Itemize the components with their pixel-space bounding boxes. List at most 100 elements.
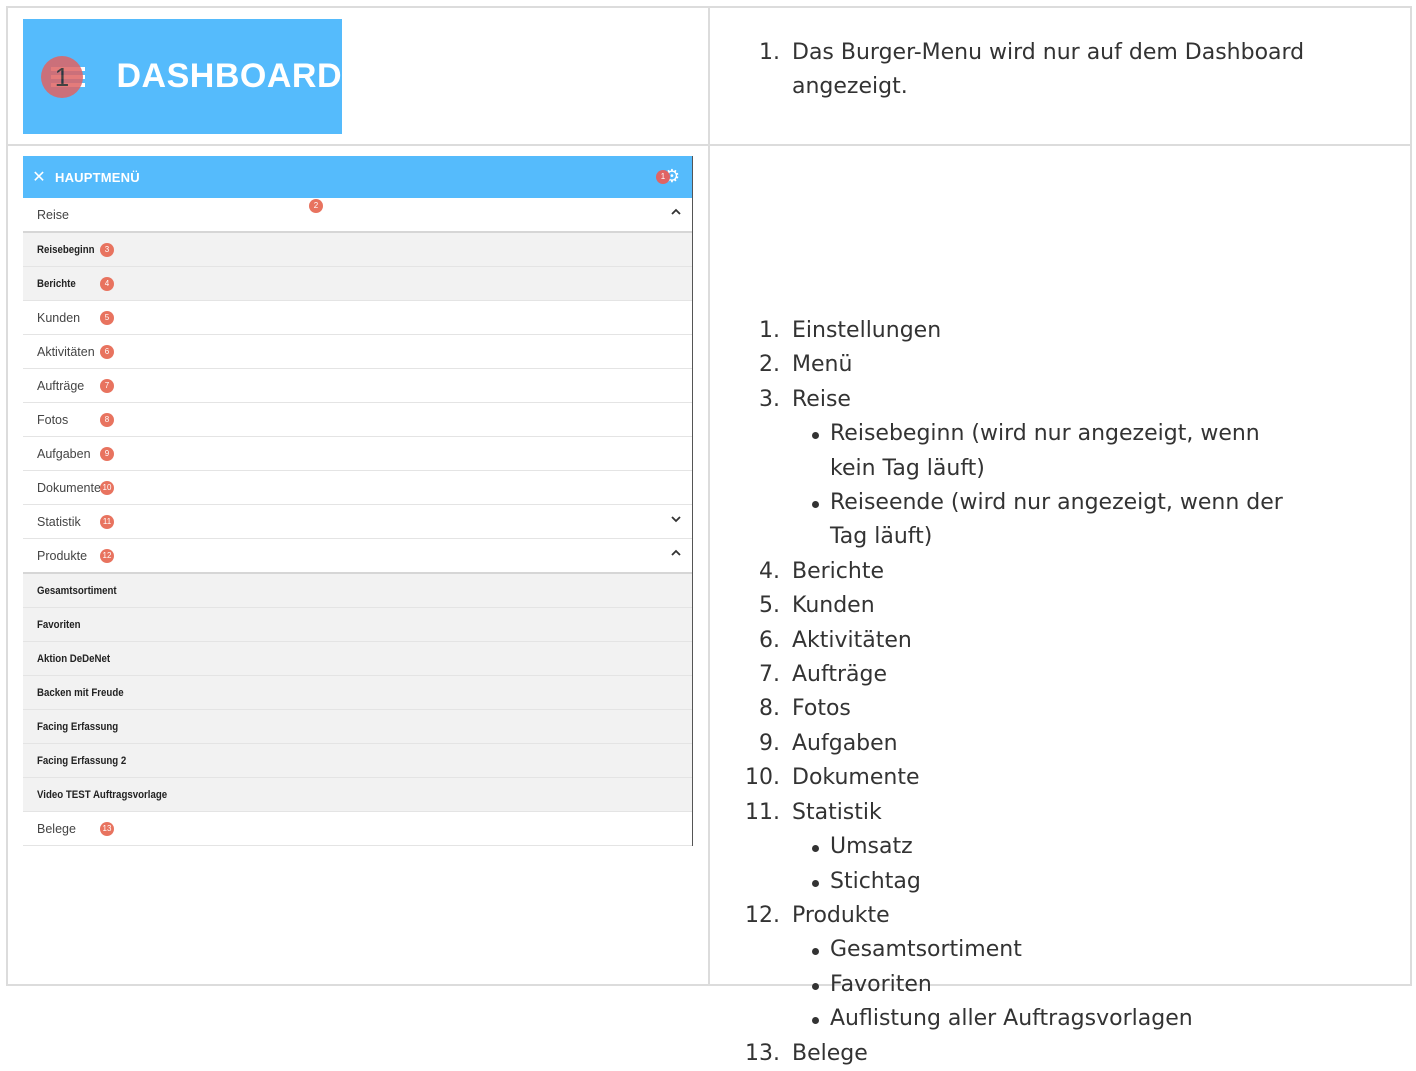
- menu-item-label: Kunden: [37, 310, 81, 325]
- note-text: Dokumente: [792, 765, 920, 791]
- menu-item-aufträge[interactable]: Aufträge 7: [23, 369, 692, 403]
- menu-item-favoriten[interactable]: Favoriten: [23, 608, 692, 642]
- note-item: 11. Statistik Umsatz Stichtag: [745, 796, 1400, 899]
- number-badge: 9: [100, 447, 114, 461]
- documentation-table: 1 DASHBOARD 1. Das Burger-Menu wird nur a…: [6, 6, 1412, 1066]
- number-badge: 7: [100, 379, 114, 393]
- menu-item-gesamtsortiment[interactable]: Gesamtsortiment: [23, 574, 692, 608]
- note-subitem: Gesamtsortiment: [812, 933, 1400, 967]
- menu-item-label: Statistik: [37, 514, 81, 529]
- number-badge: 13: [100, 822, 114, 836]
- burger-menu-icon[interactable]: 1: [41, 55, 87, 98]
- note-text: Belege: [792, 1040, 868, 1066]
- number-badge: 8: [100, 413, 114, 427]
- menu-item-label: Belege: [37, 821, 76, 836]
- settings-badge: 1: [656, 170, 670, 184]
- chevron-up-icon[interactable]: [670, 206, 682, 221]
- number-badge: 4: [100, 277, 114, 291]
- note-item: 4. Berichte: [759, 558, 884, 584]
- note-text: Fotos: [792, 696, 851, 722]
- menu-item-statistik[interactable]: Statistik 11: [23, 505, 692, 539]
- menu-cell: ✕ HAUPTMENÜ ⚙ 1 Reise 2 Reisebeginn 3 Berich…: [6, 144, 710, 986]
- number-badge: 10: [100, 481, 114, 495]
- chevron-down-icon[interactable]: [670, 513, 682, 528]
- menu-item-label: Aktivitäten: [37, 344, 95, 359]
- menu-item-facing-erfassung-2[interactable]: Facing Erfassung 2: [23, 744, 692, 778]
- menu-item-label: Reise: [37, 207, 69, 222]
- menu-item-fotos[interactable]: Fotos 8: [23, 403, 692, 437]
- menu-notes: 1. Einstellungen 2. Menü 3. Reise Reisebeginn …: [710, 314, 1400, 1071]
- note-item: 10. Dokumente: [745, 765, 920, 791]
- menu-item-dokumente[interactable]: Dokumente 10: [23, 471, 692, 505]
- note-item: 1. Einstellungen: [759, 318, 942, 343]
- number-badge: 3: [100, 243, 114, 257]
- note-item: 3. Reise Reisebeginn (wird nur angezeigt, …: [759, 383, 1400, 555]
- menu-item-berichte[interactable]: Berichte 4: [23, 267, 692, 301]
- menu-item-label: Aufgaben: [37, 446, 91, 461]
- note-subitem: Favoriten: [812, 968, 1400, 1002]
- number-badge: 5: [100, 311, 114, 325]
- menu-badge: 2: [309, 199, 323, 213]
- menu-item-kunden[interactable]: Kunden 5: [23, 301, 692, 335]
- menu-item-label: Produkte: [37, 548, 88, 563]
- close-icon[interactable]: ✕: [23, 167, 55, 187]
- menu-item-produkte[interactable]: Produkte 12: [23, 539, 692, 574]
- note-subitem: Reiseende (wird nur angezeigt, wenn der …: [812, 486, 1400, 555]
- menu-item-video-test-auftragsvorlage[interactable]: Video TEST Auftragsvorlage: [23, 778, 692, 812]
- number-badge: 12: [100, 549, 114, 563]
- menu-title: HAUPTMENÜ: [55, 169, 140, 185]
- menu-item-label: Aufträge: [37, 378, 85, 393]
- note-subitem: Umsatz: [812, 830, 1400, 864]
- dashboard-cell: 1 DASHBOARD: [6, 6, 710, 146]
- dashboard-note-cell: 1. Das Burger-Menu wird nur auf dem Dashb…: [708, 6, 1412, 146]
- menu-list: Reise 2 Reisebeginn 3 Berichte 4 Kunden 5 Aktivi…: [23, 198, 692, 846]
- menu-item-label: Facing Erfassung: [37, 720, 119, 733]
- menu-item-label: Reisebeginn: [37, 243, 95, 256]
- number-badge: 6: [100, 345, 114, 359]
- menu-header: ✕ HAUPTMENÜ ⚙ 1: [23, 156, 692, 198]
- menu-item-label: Fotos: [37, 412, 69, 427]
- note-item: 6. Aktivitäten: [759, 627, 912, 653]
- menu-item-label: Facing Erfassung 2: [37, 754, 127, 767]
- note-item: 13. Belege: [745, 1040, 868, 1066]
- note-text: Einstellungen: [792, 318, 942, 343]
- menu-item-belege[interactable]: Belege 13: [23, 812, 692, 846]
- note-text: Menü: [792, 352, 853, 378]
- menu-item-aufgaben[interactable]: Aufgaben 9: [23, 437, 692, 471]
- menu-item-label: Berichte: [37, 277, 76, 290]
- note-text: Kunden: [792, 593, 875, 619]
- menu-item-label: Backen mit Freude: [37, 686, 124, 699]
- menu-item-aktion-dedenet[interactable]: Aktion DeDeNet: [23, 642, 692, 676]
- note-text: Aufgaben: [792, 730, 898, 756]
- note-text: Produkte: [792, 902, 890, 928]
- note-text: Reise: [792, 386, 851, 412]
- note-item: 12. Produkte Gesamtsortiment Favoriten Aufli…: [745, 899, 1400, 1037]
- dashboard-banner: 1 DASHBOARD: [23, 19, 342, 134]
- menu-item-label: Favoriten: [37, 618, 81, 631]
- note-text: Statistik: [792, 799, 882, 825]
- chevron-up-icon[interactable]: [670, 547, 682, 562]
- menu-item-backen-mit-freude[interactable]: Backen mit Freude: [23, 676, 692, 710]
- dashboard-note: 1. Das Burger-Menu wird nur auf dem Dashb…: [710, 36, 1400, 105]
- notes-cell: 1. Einstellungen 2. Menü 3. Reise Reisebeginn …: [708, 144, 1412, 1066]
- note-item: 2. Menü: [759, 352, 853, 378]
- main-menu: ✕ HAUPTMENÜ ⚙ 1 Reise 2 Reisebeginn 3 Berich…: [23, 156, 693, 846]
- menu-item-label: Video TEST Auftragsvorlage: [37, 788, 168, 801]
- settings-button[interactable]: ⚙ 1: [656, 166, 680, 186]
- note-text: Aufträge: [792, 662, 888, 688]
- note-subitem: Reisebeginn (wird nur angezeigt, wenn ke…: [812, 417, 1400, 486]
- menu-item-label: Dokumente: [37, 480, 101, 495]
- number-badge: 11: [100, 515, 114, 529]
- note-item: 7. Aufträge: [759, 662, 888, 688]
- dashboard-note-text: Das Burger-Menu wird nur auf dem Dashboa…: [792, 40, 1305, 100]
- dashboard-badge: 1: [41, 55, 83, 98]
- note-subitem: Auflistung aller Auftragsvorlagen: [812, 1002, 1400, 1036]
- menu-item-reisebeginn[interactable]: Reisebeginn 3: [23, 233, 692, 267]
- menu-item-facing-erfassung[interactable]: Facing Erfassung: [23, 710, 692, 744]
- dashboard-title: DASHBOARD: [116, 57, 342, 95]
- menu-item-reise[interactable]: Reise 2: [23, 198, 692, 233]
- menu-item-aktivitäten[interactable]: Aktivitäten 6: [23, 335, 692, 369]
- note-text: Aktivitäten: [792, 627, 912, 653]
- note-subitem: Stichtag: [812, 865, 1400, 899]
- note-item: 9. Aufgaben: [759, 730, 898, 756]
